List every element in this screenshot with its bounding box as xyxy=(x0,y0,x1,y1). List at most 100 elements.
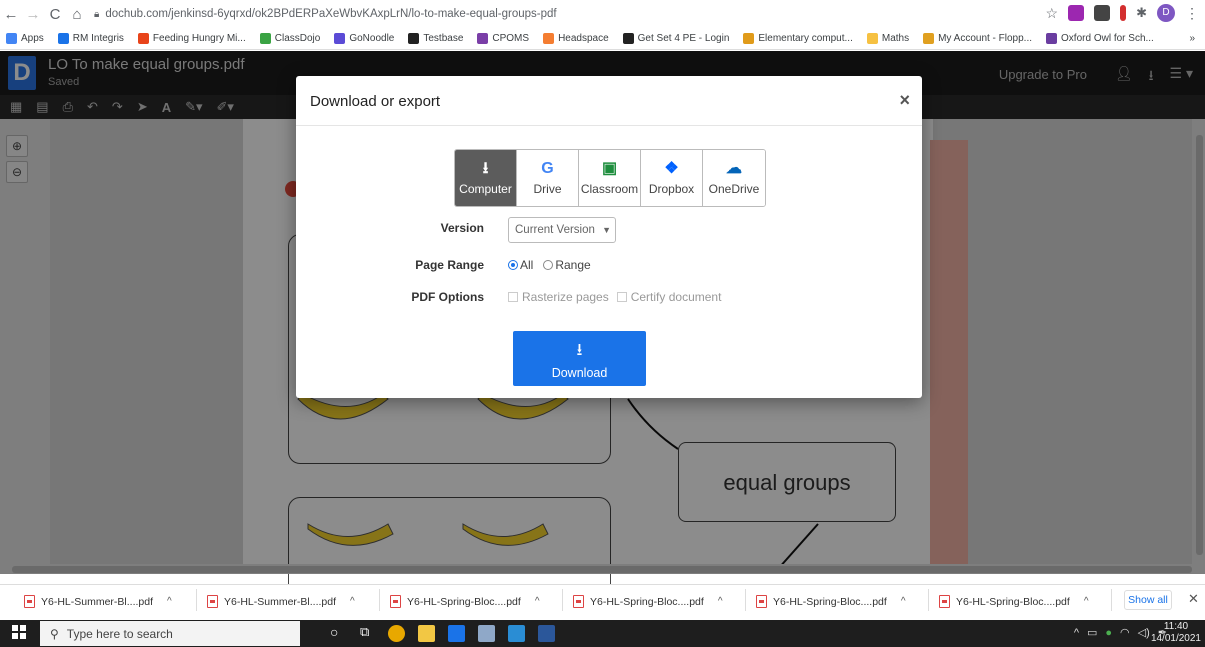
download-filename: Y6-HL-Spring-Bloc....pdf xyxy=(590,595,704,608)
chevron-up-icon[interactable]: ^ xyxy=(1084,596,1089,607)
download-filename: Y6-HL-Spring-Bloc....pdf xyxy=(773,595,887,608)
download-item[interactable]: Y6-HL-Spring-Bloc....pdf ^ xyxy=(390,589,573,611)
show-all-button[interactable]: Show all xyxy=(1124,590,1172,610)
download-button[interactable]: ⭳ Download xyxy=(513,331,646,386)
bookmark-icon xyxy=(622,33,634,44)
divider xyxy=(562,589,563,611)
menu-icon[interactable]: ⋮ xyxy=(1185,5,1199,22)
bookmark-item[interactable]: Get Set 4 PE - Login xyxy=(622,33,729,44)
destination-label: Computer xyxy=(459,182,512,196)
battery-icon[interactable]: ▭ xyxy=(1087,626,1097,639)
pdf-file-icon xyxy=(390,595,401,608)
cortana-icon[interactable]: ○ xyxy=(330,624,338,640)
app-icon[interactable] xyxy=(508,625,525,642)
download-icon: ⭳ xyxy=(482,160,489,177)
taskbar-search[interactable]: ⚲ Type here to search xyxy=(40,621,300,646)
bookmark-item[interactable]: Oxford Owl for Sch... xyxy=(1046,33,1154,44)
volume-icon[interactable]: ◁) xyxy=(1138,626,1150,639)
pdf-options-label: PDF Options xyxy=(411,290,484,304)
range-all-label: All xyxy=(520,258,534,272)
bookmark-icon xyxy=(259,33,271,44)
profile-avatar[interactable]: D xyxy=(1157,4,1175,22)
download-item[interactable]: Y6-HL-Spring-Bloc....pdf ^ xyxy=(939,589,1122,611)
network-icon[interactable]: ● xyxy=(1105,627,1112,639)
bookmark-icon xyxy=(57,33,69,44)
wifi-icon[interactable]: ◠ xyxy=(1120,626,1130,639)
bookmark-label: Apps xyxy=(21,33,44,44)
home-icon[interactable]: ⌂ xyxy=(66,6,88,23)
bookmark-label: Oxford Owl for Sch... xyxy=(1061,33,1154,44)
bookmark-icon xyxy=(543,33,555,44)
close-icon[interactable]: × xyxy=(899,90,910,111)
clock-date: 14/01/2021 xyxy=(1150,633,1201,644)
windows-start-icon[interactable] xyxy=(12,625,26,639)
bookmark-icon xyxy=(408,33,420,44)
download-export-dialog: Download or export × ⭳ Computer G Drive ▣ Cla… xyxy=(296,76,922,398)
paint-icon[interactable] xyxy=(478,625,495,642)
version-select[interactable]: Current Version ▼ xyxy=(508,217,616,243)
extension-icon[interactable] xyxy=(1094,5,1111,21)
destination-onedrive-button[interactable]: ☁ OneDrive xyxy=(703,150,765,206)
bookmark-icon xyxy=(477,33,489,44)
download-item[interactable]: Y6-HL-Spring-Bloc....pdf ^ xyxy=(756,589,939,611)
divider xyxy=(1111,589,1112,611)
chevron-up-icon[interactable]: ^ xyxy=(718,596,723,607)
bookmark-icon xyxy=(137,33,149,44)
bookmark-item[interactable]: Testbase xyxy=(408,33,463,44)
chevron-up-icon[interactable]: ^ xyxy=(350,596,355,607)
extension-icon[interactable] xyxy=(1120,5,1127,21)
pdf-file-icon xyxy=(207,595,218,608)
bookmark-label: Feeding Hungry Mi... xyxy=(152,33,246,44)
bookmark-label: My Account - Flopp... xyxy=(938,33,1033,44)
range-all-radio[interactable]: All xyxy=(508,258,533,272)
bookmarks-overflow-icon[interactable]: » xyxy=(1189,33,1195,44)
word-icon[interactable] xyxy=(538,625,555,642)
back-icon[interactable]: ← xyxy=(0,6,22,23)
bookmark-item[interactable]: RM Integris xyxy=(57,33,124,44)
chrome-icon[interactable] xyxy=(388,625,405,642)
mail-icon[interactable] xyxy=(448,625,465,642)
close-icon[interactable]: ✕ xyxy=(1188,591,1199,607)
bookmark-item[interactable]: Feeding Hungry Mi... xyxy=(137,33,246,44)
bookmark-item[interactable]: Maths xyxy=(866,33,909,44)
bookmark-item[interactable]: My Account - Flopp... xyxy=(923,33,1032,44)
dialog-title: Download or export xyxy=(310,93,441,110)
bookmark-label: GoNoodle xyxy=(349,33,395,44)
bookmark-icon xyxy=(743,33,755,44)
chevron-up-icon[interactable]: ^ xyxy=(901,596,906,607)
destination-dropbox-button[interactable]: ❖ Dropbox xyxy=(641,150,703,206)
task-view-icon[interactable]: ⧉ xyxy=(360,624,369,640)
destination-computer-button[interactable]: ⭳ Computer xyxy=(455,150,517,206)
destination-drive-button[interactable]: G Drive xyxy=(517,150,579,206)
reload-icon[interactable]: C xyxy=(44,6,66,23)
forward-icon[interactable]: → xyxy=(22,6,44,23)
search-icon: ⚲ xyxy=(50,626,59,641)
destination-classroom-button[interactable]: ▣ Classroom xyxy=(579,150,641,206)
bookmark-item[interactable]: Apps xyxy=(6,33,44,44)
extension-icon[interactable] xyxy=(1068,5,1085,21)
chevron-up-icon[interactable]: ^ xyxy=(167,596,172,607)
certify-checkbox[interactable]: Certify document xyxy=(616,290,721,304)
range-range-radio[interactable]: Range xyxy=(543,258,591,272)
chevron-up-icon[interactable]: ^ xyxy=(1074,627,1079,639)
bookmark-item[interactable]: CPOMS xyxy=(477,33,529,44)
url-field[interactable]: 🔒︎ dochub.com/jenkinsd-6yqrxd/ok2BPdERPa… xyxy=(94,8,557,20)
bookmark-item[interactable]: Elementary comput... xyxy=(743,33,853,44)
puzzle-icon[interactable]: ✱ xyxy=(1136,5,1147,21)
url-text: dochub.com/jenkinsd-6yqrxd/ok2BPdERPaXeW… xyxy=(105,8,557,20)
download-item[interactable]: Y6-HL-Summer-Bl....pdf ^ xyxy=(24,589,207,611)
destination-label: OneDrive xyxy=(708,182,760,196)
clock[interactable]: 11:40 14/01/2021 xyxy=(1151,621,1201,645)
rasterize-checkbox[interactable]: Rasterize pages xyxy=(508,290,609,304)
bookmark-item[interactable]: Headspace xyxy=(543,33,609,44)
download-filename: Y6-HL-Summer-Bl....pdf xyxy=(41,595,154,608)
bookmark-item[interactable]: GoNoodle xyxy=(334,33,394,44)
download-item[interactable]: Y6-HL-Summer-Bl....pdf ^ xyxy=(207,589,390,611)
bookmark-label: RM Integris xyxy=(72,33,124,44)
file-explorer-icon[interactable] xyxy=(418,625,435,642)
star-icon[interactable]: ☆ xyxy=(1046,5,1059,22)
download-item[interactable]: Y6-HL-Spring-Bloc....pdf ^ xyxy=(573,589,756,611)
bookmark-item[interactable]: ClassDojo xyxy=(259,33,320,44)
chevron-up-icon[interactable]: ^ xyxy=(535,596,540,607)
destination-label: Dropbox xyxy=(648,182,695,196)
